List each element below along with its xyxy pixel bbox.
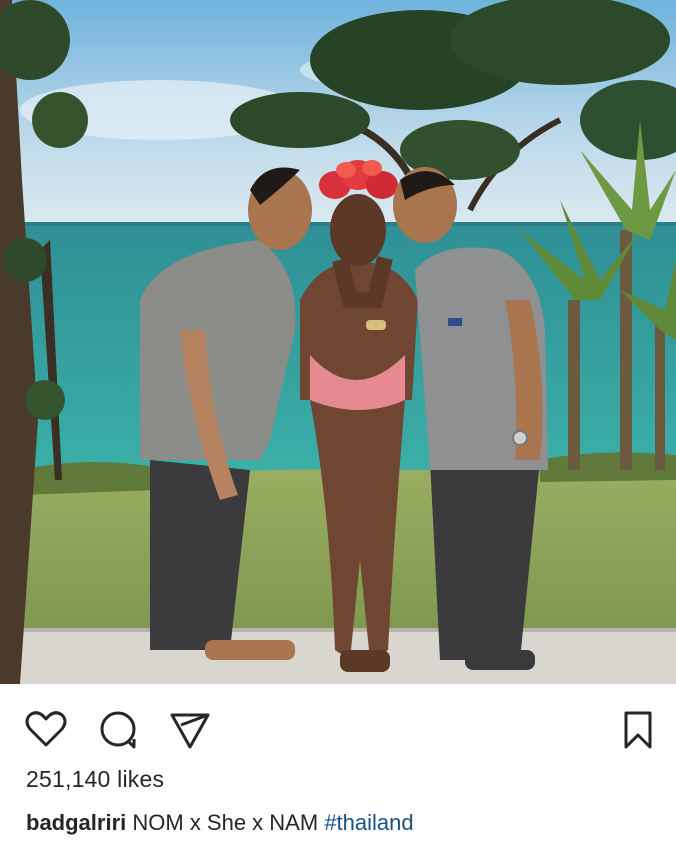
- like-button[interactable]: [20, 704, 72, 754]
- heart-icon: [25, 711, 67, 747]
- caption-text: NOM x She x NAM: [132, 810, 319, 835]
- caption-username[interactable]: badgalriri: [26, 810, 126, 835]
- like-count[interactable]: 251,140 likes: [26, 766, 164, 793]
- comment-icon: [100, 711, 136, 749]
- post-caption: badgalriri NOM x She x NAM #thailand: [26, 810, 414, 836]
- caption-hashtag[interactable]: #thailand: [324, 810, 413, 835]
- save-button[interactable]: [612, 704, 664, 754]
- comment-button[interactable]: [92, 704, 144, 754]
- post-actions: [0, 684, 676, 766]
- post-photo[interactable]: [0, 0, 676, 684]
- share-button[interactable]: [164, 704, 216, 754]
- bookmark-icon: [624, 711, 652, 749]
- share-icon: [170, 713, 210, 749]
